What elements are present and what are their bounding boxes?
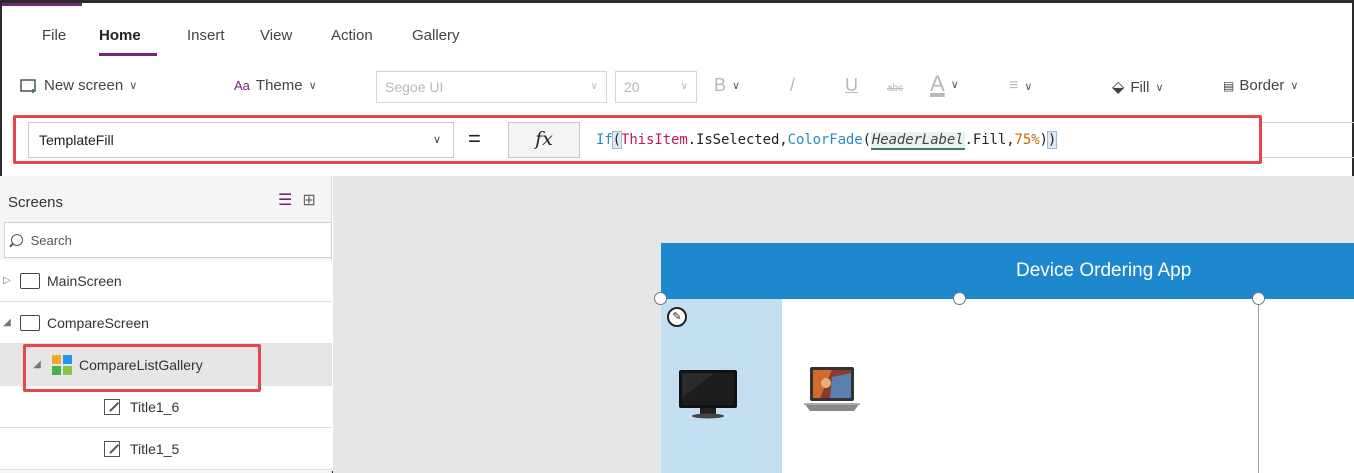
font-color-icon: A: [930, 71, 945, 96]
tree-node-label: Title1_5: [130, 440, 180, 457]
tree-node-title1-5[interactable]: Title1_5: [0, 428, 332, 470]
resize-handle[interactable]: [1252, 292, 1265, 305]
font-color-button[interactable]: A ∨: [930, 71, 959, 97]
search-placeholder: Search: [30, 233, 72, 248]
ribbon-toolbar: New screen ∨ Aa Theme ∨ Segoe UI ∨ 20 ∨ …: [2, 63, 1352, 113]
expand-arrow-icon[interactable]: ▷: [0, 275, 14, 286]
theme-button[interactable]: Aa Theme ∨: [234, 77, 317, 94]
resize-handle[interactable]: [953, 292, 966, 305]
chevron-down-icon: ∨: [590, 81, 598, 92]
formula-bar-extension: [1262, 122, 1354, 158]
tree-view-toggle: ☰ ⊞: [278, 190, 316, 210]
label-edit-icon: [104, 398, 120, 415]
compare-list-gallery[interactable]: ✎: [654, 292, 1265, 473]
resize-handle[interactable]: [654, 292, 667, 305]
tree-node-mainscreen[interactable]: ▷ MainScreen: [0, 260, 332, 302]
tree-node-label: CompareScreen: [47, 314, 149, 331]
chevron-down-icon: ∨: [1290, 80, 1299, 92]
strikethrough-button[interactable]: abc: [887, 83, 903, 94]
brand-accent-bar: [2, 3, 82, 6]
laptop-image: [804, 367, 860, 411]
new-screen-button[interactable]: New screen ∨: [20, 77, 137, 94]
chevron-down-icon: ∨: [1155, 81, 1164, 94]
edit-template-icon[interactable]: ✎: [667, 307, 687, 327]
tab-insert[interactable]: Insert: [187, 27, 225, 44]
app-preview-screen: Device Ordering App ✎: [654, 243, 1354, 473]
italic-button[interactable]: /: [790, 75, 795, 96]
font-size-select[interactable]: 20 ∨: [615, 71, 697, 103]
tree-node-label: Title1_6: [130, 398, 180, 415]
chevron-down-icon: ∨: [732, 80, 741, 92]
chevron-down-icon: ∨: [950, 78, 959, 91]
new-screen-label: New screen: [44, 77, 124, 94]
align-icon: ≡: [1009, 77, 1019, 94]
font-size-value: 20: [624, 79, 640, 95]
strikethrough-icon: abc: [887, 83, 904, 94]
active-tab-underline: [99, 53, 157, 56]
ribbon-tabs: File Home Insert View Action Gallery: [2, 17, 1352, 57]
paint-bucket-icon: ⬙: [1112, 79, 1125, 96]
theme-icon: Aa: [234, 78, 250, 93]
chevron-down-icon: ∨: [129, 80, 138, 92]
bold-button[interactable]: B ∨: [714, 75, 740, 96]
tree-search-input[interactable]: Search: [4, 222, 332, 258]
collapse-arrow-icon[interactable]: ◢: [0, 317, 14, 328]
thumbnail-view-icon[interactable]: ⊞: [302, 190, 315, 210]
border-button[interactable]: ▤ Border ∨: [1223, 77, 1298, 94]
tree-node-label: MainScreen: [47, 272, 122, 289]
tree-view-title: Screens: [8, 194, 64, 211]
tree-node-title1-6[interactable]: Title1_6: [0, 386, 332, 428]
design-canvas[interactable]: Device Ordering App ✎: [333, 176, 1354, 473]
font-family-value: Segoe UI: [385, 79, 444, 95]
chevron-down-icon: ∨: [308, 80, 317, 92]
app-title: Device Ordering App: [1016, 260, 1192, 281]
search-icon: [11, 234, 23, 246]
tab-gallery[interactable]: Gallery: [412, 27, 460, 44]
underline-button[interactable]: U: [845, 75, 858, 96]
list-view-icon[interactable]: ☰: [278, 190, 292, 210]
tab-file[interactable]: File: [42, 27, 66, 44]
fill-label: Fill: [1130, 78, 1150, 96]
underline-icon: U: [845, 75, 858, 95]
tab-view[interactable]: View: [260, 27, 292, 44]
screen-icon: [20, 314, 40, 331]
border-icon: ▤: [1223, 78, 1234, 93]
monitor-image: [679, 370, 737, 419]
tree-view-panel: Screens ☰ ⊞ Search ▷ MainScreen ◢ Compar…: [0, 176, 332, 473]
tab-action[interactable]: Action: [331, 27, 373, 44]
chevron-down-icon: ∨: [680, 81, 688, 92]
tree-node-comparescreen[interactable]: ◢ CompareScreen: [0, 302, 332, 344]
italic-icon: /: [790, 75, 796, 95]
align-button[interactable]: ≡ ∨: [1009, 77, 1032, 95]
tab-home[interactable]: Home: [99, 27, 141, 44]
label-edit-icon: [104, 440, 120, 457]
bold-icon: B: [714, 75, 727, 95]
theme-label: Theme: [255, 77, 303, 94]
font-family-select[interactable]: Segoe UI ∨: [376, 71, 607, 103]
gallery-highlight-box: [23, 344, 261, 392]
fill-button[interactable]: ⬙ Fill ∨: [1112, 77, 1164, 97]
border-label: Border: [1239, 77, 1285, 94]
new-screen-icon: [20, 78, 36, 93]
header-label[interactable]: Device Ordering App: [661, 243, 1354, 299]
formula-highlight-box: [13, 115, 1262, 164]
screen-icon: [20, 272, 40, 289]
chevron-down-icon: ∨: [1024, 80, 1033, 93]
